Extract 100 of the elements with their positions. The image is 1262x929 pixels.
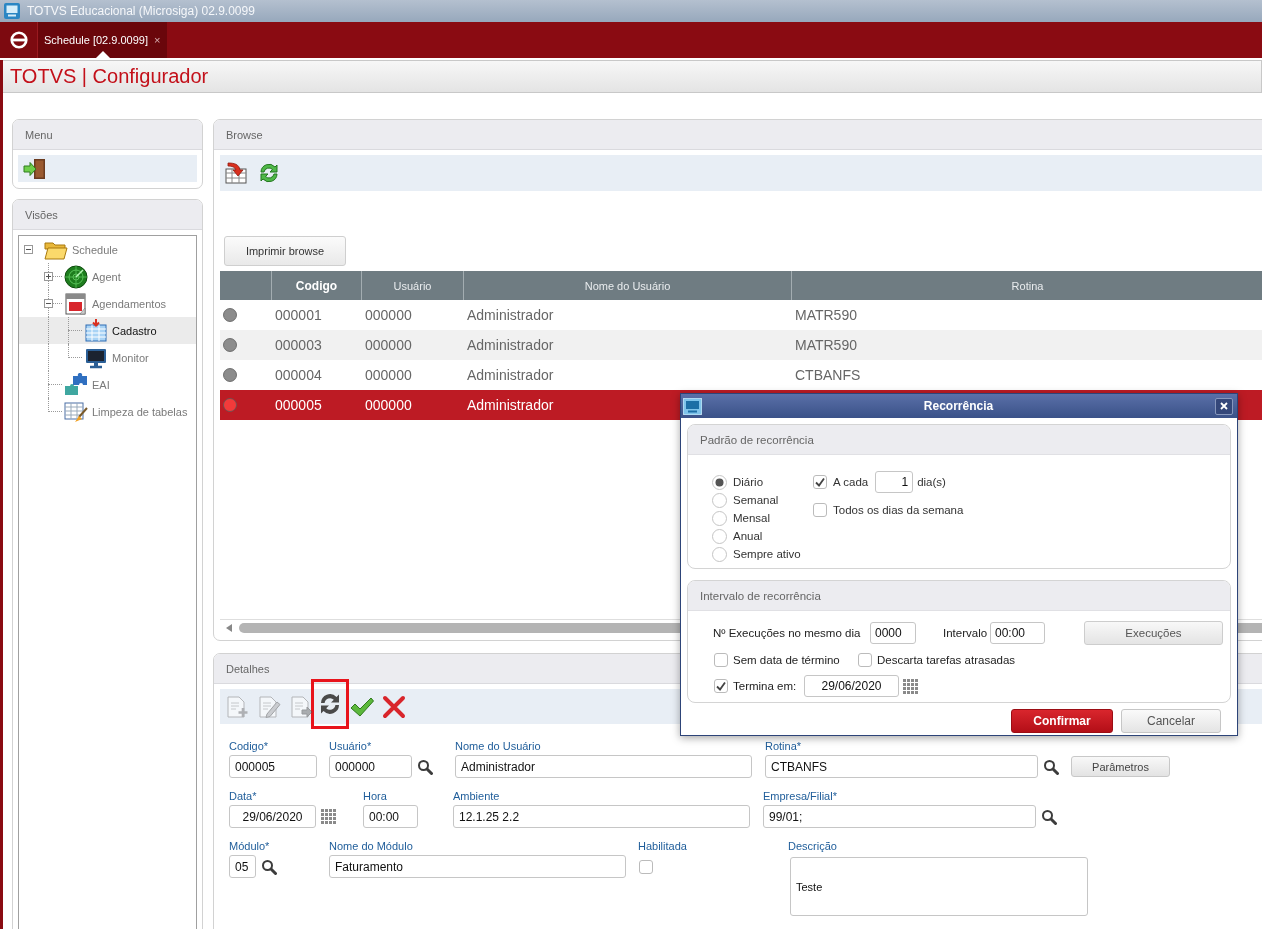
logo-icon[interactable] bbox=[9, 31, 28, 49]
checkbox[interactable] bbox=[813, 475, 827, 489]
date-field[interactable]: 29/06/2020 bbox=[804, 675, 899, 697]
text-field[interactable]: Faturamento bbox=[329, 855, 626, 878]
collapse-icon[interactable] bbox=[23, 245, 33, 254]
door-arrow-icon[interactable] bbox=[23, 157, 47, 180]
checkbox[interactable] bbox=[714, 679, 728, 693]
field-label: Módulo* bbox=[229, 839, 271, 853]
group-title: Intervalo de recorrência bbox=[700, 589, 821, 602]
checkbox[interactable] bbox=[858, 653, 872, 667]
unit-label: dia(s) bbox=[917, 476, 946, 488]
executions-button[interactable]: Execuções bbox=[1084, 621, 1223, 645]
close-button[interactable] bbox=[1215, 397, 1233, 415]
grid-icon[interactable] bbox=[903, 678, 919, 694]
text-area[interactable]: Teste bbox=[790, 857, 1088, 916]
column-header[interactable]: Codigo bbox=[271, 271, 361, 300]
field-label: Nome do Módulo bbox=[329, 839, 414, 853]
text-field[interactable]: 000000 bbox=[329, 755, 412, 778]
text-field[interactable]: Administrador bbox=[455, 755, 752, 778]
tree-item[interactable]: Agendamentos bbox=[19, 290, 196, 317]
text-field[interactable]: 000005 bbox=[229, 755, 317, 778]
option-label: Diário bbox=[733, 476, 764, 488]
radio-button[interactable] bbox=[712, 510, 727, 526]
field-label: Ambiente bbox=[453, 789, 501, 803]
search-icon[interactable] bbox=[417, 758, 433, 775]
checkbox[interactable] bbox=[639, 859, 653, 874]
text-field[interactable]: 00:00 bbox=[990, 622, 1045, 644]
expand-icon[interactable] bbox=[43, 272, 53, 281]
radar-icon bbox=[64, 264, 88, 289]
option-label: Semanal bbox=[733, 494, 779, 506]
caret-icon bbox=[95, 51, 110, 58]
refresh-icon[interactable] bbox=[318, 692, 342, 716]
table-row[interactable]: 000005 000000 Administrador bbox=[220, 390, 681, 420]
option-label: Todos os dias da semana bbox=[833, 504, 964, 516]
refresh-icon[interactable] bbox=[257, 161, 281, 185]
search-icon[interactable] bbox=[1041, 808, 1057, 825]
tree-item[interactable]: EAI bbox=[19, 371, 196, 398]
table-cell: 000004 bbox=[275, 367, 322, 383]
cancel-button[interactable]: Cancelar bbox=[1121, 709, 1221, 733]
table-cell: 000003 bbox=[275, 337, 322, 353]
text-field[interactable]: 00:00 bbox=[363, 805, 418, 828]
panel-title: Menu bbox=[25, 128, 53, 141]
number-field[interactable]: 1 bbox=[875, 471, 914, 493]
text-field[interactable]: 12.1.25 2.2 bbox=[453, 805, 750, 828]
table-cell: MATR590 bbox=[795, 307, 857, 323]
checkbox[interactable] bbox=[813, 503, 827, 517]
confirm-button[interactable]: Confirmar bbox=[1011, 709, 1113, 733]
radio-button[interactable] bbox=[712, 474, 727, 490]
tree-item[interactable]: Limpeza de tabelas bbox=[19, 398, 196, 425]
column-header[interactable]: Nome do Usuário bbox=[463, 271, 791, 300]
grid-icon[interactable] bbox=[321, 809, 337, 824]
table-cell: 000000 bbox=[365, 337, 412, 353]
table-brush-icon bbox=[64, 399, 88, 424]
table-row[interactable]: 000004 000000 Administrador bbox=[220, 360, 681, 390]
field-label: Habilitada bbox=[638, 839, 688, 853]
radio-button[interactable] bbox=[712, 492, 727, 508]
cross-icon[interactable] bbox=[382, 694, 406, 719]
text-field[interactable]: 05 bbox=[229, 855, 256, 878]
option-label: Anual bbox=[733, 530, 763, 542]
text-field[interactable]: 0000 bbox=[870, 622, 916, 644]
table-cell: 000000 bbox=[365, 397, 412, 413]
left-triangle-icon[interactable] bbox=[226, 624, 232, 632]
option-label: A cada bbox=[833, 476, 869, 488]
option-label: Sempre ativo bbox=[733, 548, 801, 560]
puzzle-icon bbox=[64, 372, 88, 397]
collapse-icon[interactable] bbox=[43, 299, 53, 308]
table-cell: 000000 bbox=[365, 307, 412, 323]
search-icon[interactable] bbox=[1043, 758, 1059, 775]
column-header[interactable]: Usuário bbox=[361, 271, 463, 300]
text-field[interactable]: 29/06/2020 bbox=[229, 805, 316, 828]
checkbox[interactable] bbox=[714, 653, 728, 667]
text-field[interactable]: 99/01; bbox=[763, 805, 1036, 828]
text-field[interactable]: CTBANFS bbox=[765, 755, 1038, 778]
table-row[interactable]: 000001 000000 Administrador bbox=[220, 300, 681, 330]
tab[interactable]: Schedule [02.9.0099] × bbox=[38, 22, 168, 58]
field-label: Codigo* bbox=[229, 739, 270, 753]
field-label: Descrição bbox=[788, 839, 838, 853]
table-arrow-icon[interactable] bbox=[224, 161, 248, 185]
parameters-button[interactable]: Parâmetros bbox=[1071, 756, 1170, 777]
field-label: Nº Execuções no mesmo dia bbox=[713, 627, 862, 639]
table-cell: Administrador bbox=[467, 397, 554, 413]
option-label: Mensal bbox=[733, 512, 771, 524]
panel-title: Detalhes bbox=[226, 662, 270, 675]
field-label: Nome do Usuário bbox=[455, 739, 542, 753]
table-row[interactable]: 000003 000000 Administrador bbox=[220, 330, 681, 360]
tree-item[interactable]: Schedule bbox=[19, 236, 196, 263]
radio-button[interactable] bbox=[712, 546, 727, 562]
radio-button[interactable] bbox=[712, 528, 727, 544]
tree-item[interactable]: Agent bbox=[19, 263, 196, 290]
table-icon bbox=[84, 318, 108, 343]
tab-close-button[interactable]: × bbox=[154, 34, 161, 46]
search-icon[interactable] bbox=[261, 858, 277, 875]
print-button[interactable]: Imprimir browse bbox=[224, 236, 346, 266]
tree-item[interactable]: Cadastro bbox=[19, 317, 196, 344]
option-label: Sem data de término bbox=[733, 654, 840, 666]
window-title: TOTVS Educacional (Microsiga) 02.9.0099 bbox=[27, 4, 255, 18]
field-label: Hora bbox=[363, 789, 388, 803]
column-header[interactable]: Rotina bbox=[791, 271, 1262, 300]
panel-title: Browse bbox=[226, 128, 263, 141]
tree-item[interactable]: Monitor bbox=[19, 344, 196, 371]
